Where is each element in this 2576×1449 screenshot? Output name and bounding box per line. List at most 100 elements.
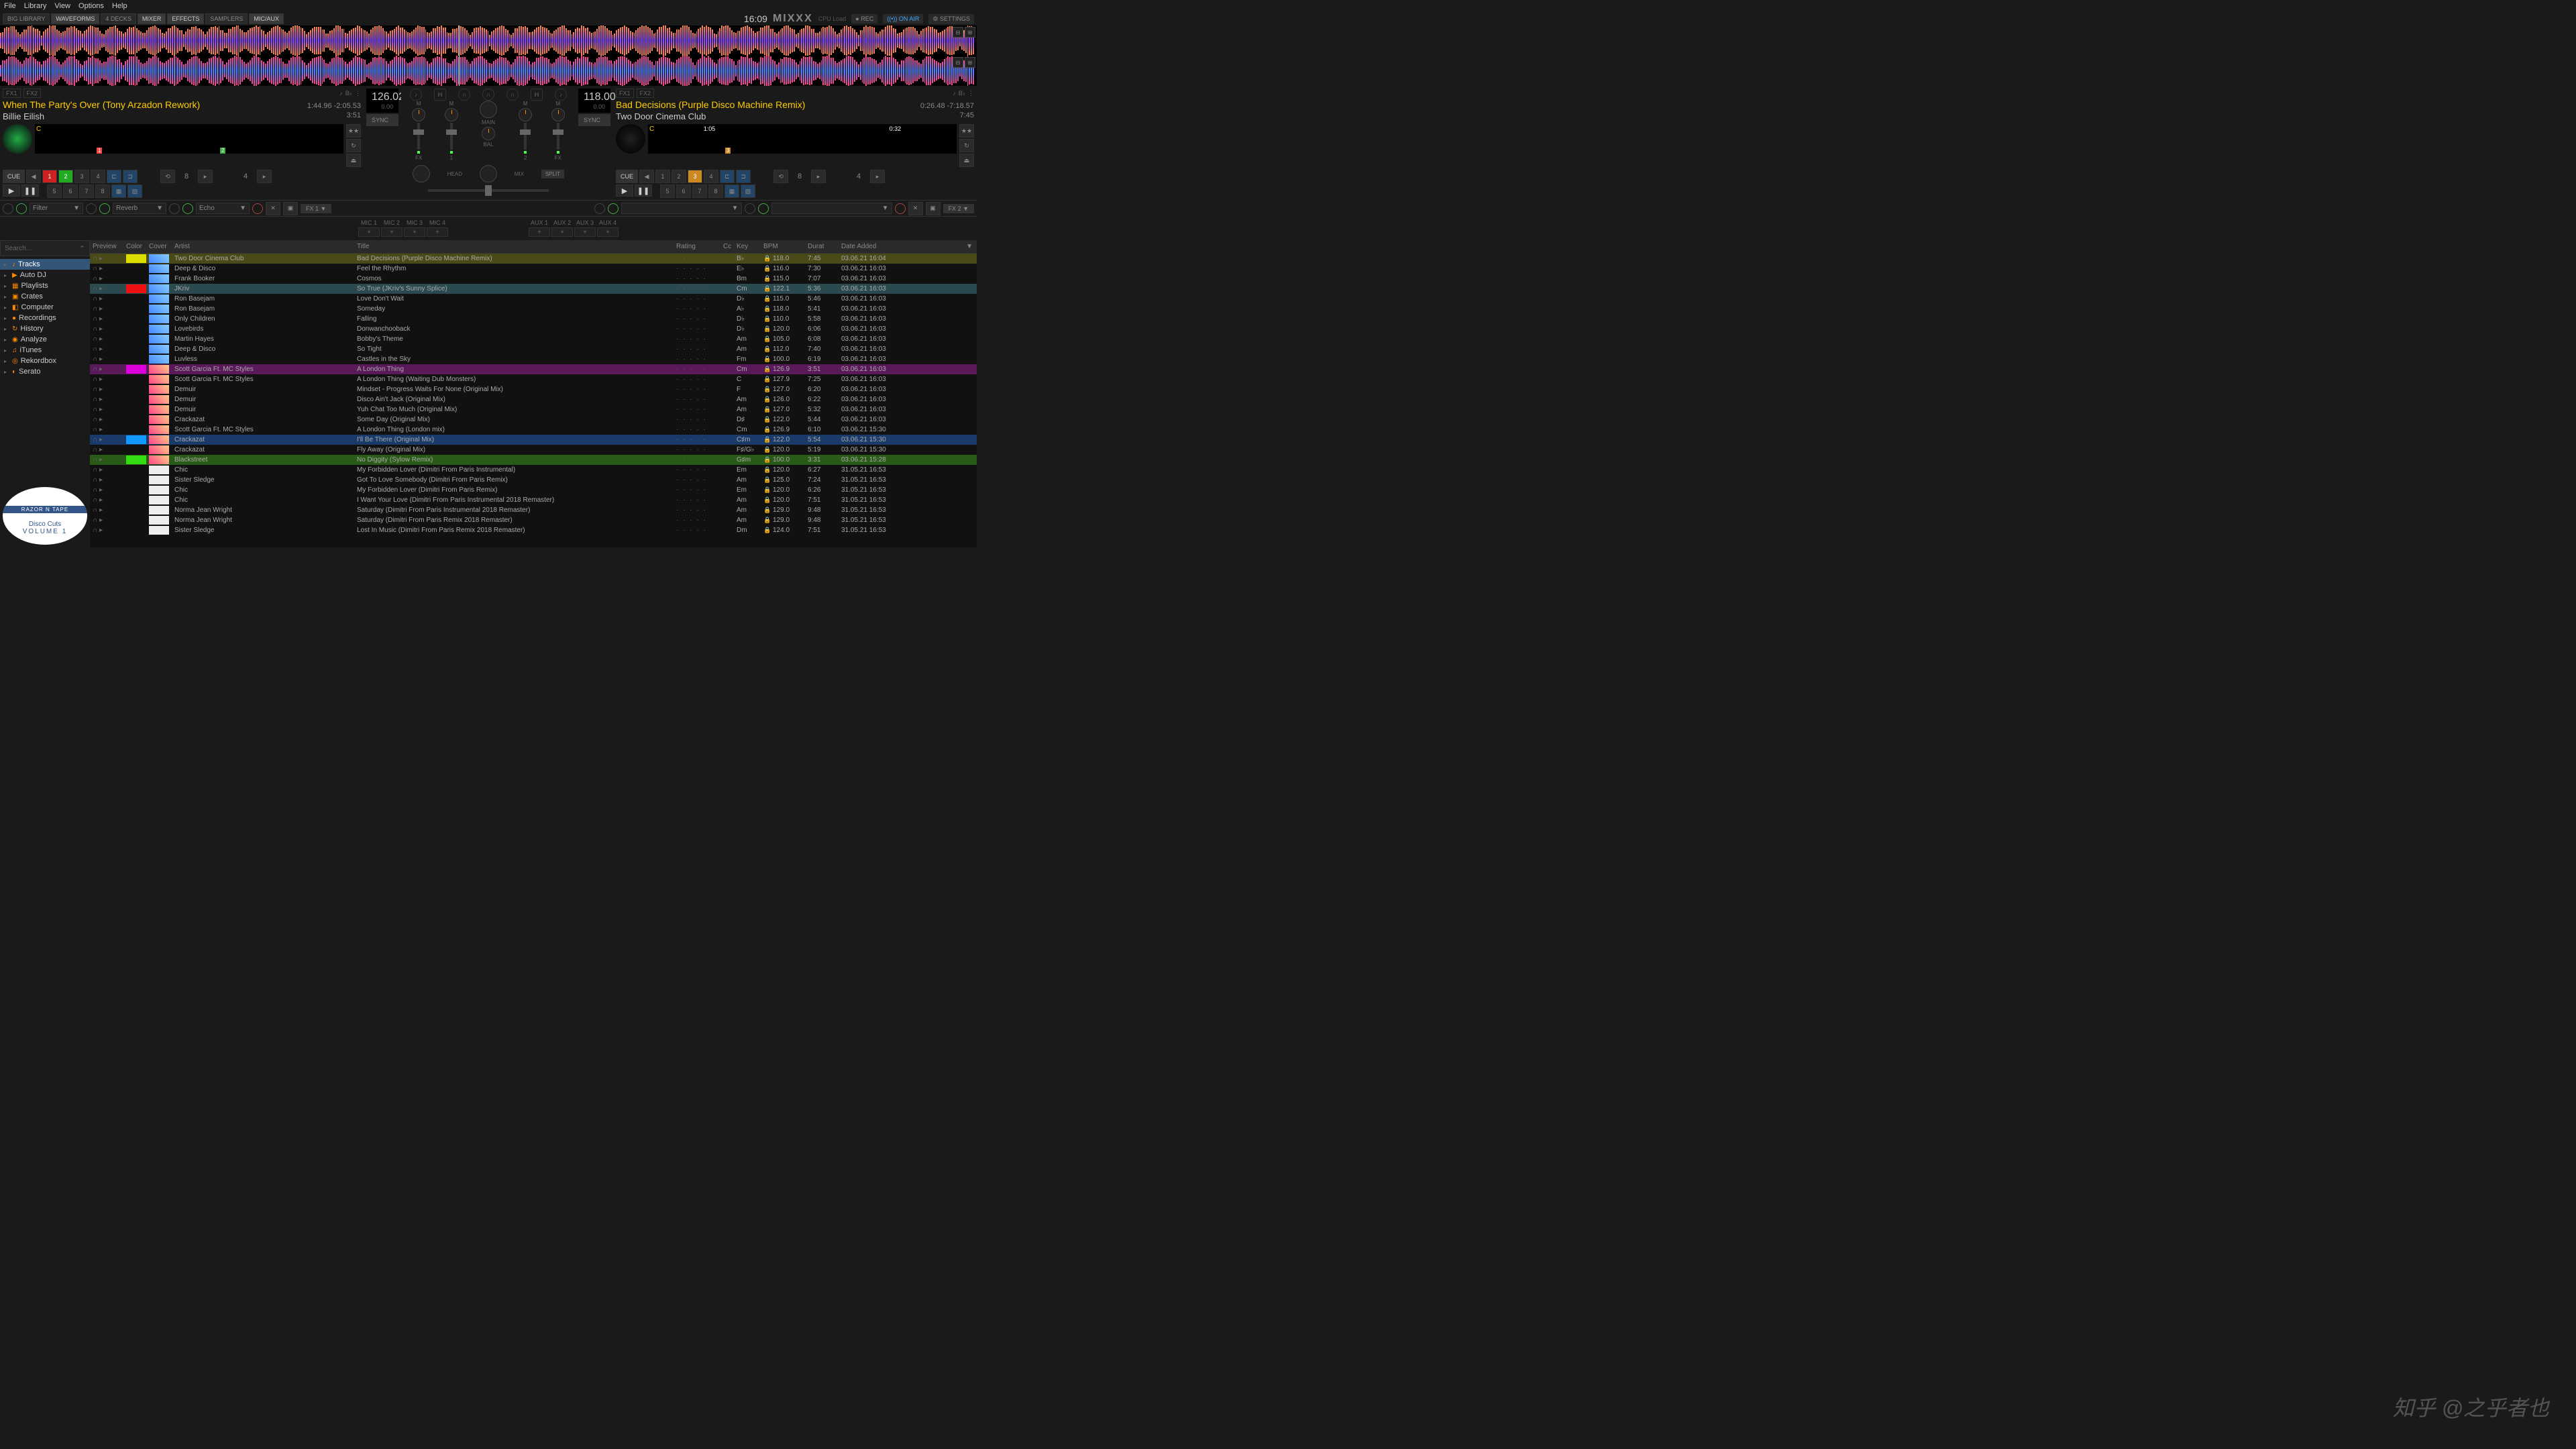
cue-marker-2[interactable]: 2	[220, 148, 225, 154]
overview-wave-deck2[interactable]: ⊟ ⊞	[0, 56, 977, 86]
deck1-play-button[interactable]: ▶	[3, 184, 20, 197]
tree-item-recordings[interactable]: ▸●Recordings	[0, 313, 90, 323]
table-row[interactable]: ∩ ▸ Sister Sledge Got To Love Somebody (…	[90, 475, 977, 485]
mic1-button[interactable]: +	[358, 227, 380, 237]
deck1-cue-prev[interactable]: ◀	[26, 170, 41, 183]
overview-wave-deck1[interactable]: ⊟ ⊞	[0, 25, 977, 56]
table-row[interactable]: ∩ ▸ Scott Garcia Ft. MC Styles A London …	[90, 425, 977, 435]
table-row[interactable]: ∩ ▸ Blackstreet No Diggity (Sylow Remix)…	[90, 455, 977, 465]
mixer-button[interactable]: MIXER	[138, 13, 166, 24]
deck1-bpm-display[interactable]: 126.02 0.00	[366, 89, 398, 113]
tree-item-crates[interactable]: ▸▣Crates	[0, 291, 90, 302]
eject-button[interactable]: ⏏	[959, 154, 974, 167]
table-header[interactable]: Preview Color Cover Artist Title Rating …	[90, 240, 977, 254]
deck1-spinner[interactable]	[3, 124, 32, 154]
gain-knob[interactable]	[551, 108, 565, 121]
head-gain-knob[interactable]	[413, 165, 430, 182]
micaux-button[interactable]: MIC/AUX	[249, 13, 284, 24]
samplers-button[interactable]: SAMPLERS	[205, 13, 248, 24]
aux1-button[interactable]: +	[529, 227, 550, 237]
deck1-hotcue-4[interactable]: 4	[91, 170, 105, 183]
aux4-button[interactable]: +	[597, 227, 619, 237]
head-mix-knob[interactable]	[480, 165, 497, 182]
fx-mix-knob[interactable]	[252, 203, 263, 214]
fx-select-empty[interactable]: ▼	[771, 203, 892, 214]
deck2-loop-set[interactable]: ⟲	[773, 170, 788, 183]
table-row[interactable]: ∩ ▸ Chic I Want Your Love (Dimitri From …	[90, 495, 977, 505]
deck2-hotcue-5[interactable]: 5	[660, 184, 675, 198]
repeat-button[interactable]: ↻	[959, 139, 974, 152]
fx-select-reverb[interactable]: Reverb▼	[113, 203, 166, 214]
key-options-icon[interactable]: ⋮	[355, 90, 361, 97]
fx-knob[interactable]	[3, 203, 13, 214]
fx-expand-button[interactable]: ▣	[926, 202, 941, 215]
star-button[interactable]: ★★	[346, 124, 361, 138]
table-menu-icon[interactable]: ▼	[962, 243, 977, 250]
volume-fader[interactable]	[450, 123, 453, 150]
volume-fader[interactable]	[524, 123, 527, 150]
deck1-fx2[interactable]: FX2	[23, 89, 42, 98]
deck1-hotcue-5[interactable]: 5	[47, 184, 62, 198]
tree-item-tracks[interactable]: ▸♪Tracks	[0, 259, 90, 270]
fx-super-knob[interactable]	[758, 203, 769, 214]
fx1-label[interactable]: FX 1 ▼	[301, 204, 331, 213]
headphone-icon[interactable]: ♪	[555, 89, 567, 101]
cue-marker-1[interactable]: 1	[97, 148, 102, 154]
deck1-loop-set[interactable]: ⟲	[160, 170, 175, 183]
table-row[interactable]: ∩ ▸ Sister Sledge Lost In Music (Dimitri…	[90, 525, 977, 535]
table-row[interactable]: ∩ ▸ Martin Hayes Bobby's Theme · · · · ·…	[90, 334, 977, 344]
headphone-main-icon[interactable]: ∩	[482, 89, 494, 101]
deck1-quantize[interactable]: ▦	[111, 184, 126, 198]
wave-sync-button[interactable]: ⊞	[965, 27, 975, 38]
tree-item-serato[interactable]: ▸◐Serato	[0, 366, 90, 377]
deck2-sync-button[interactable]: SYNC	[578, 114, 610, 126]
repeat-button[interactable]: ↻	[346, 139, 361, 152]
deck1-pause-button[interactable]: ❚❚	[21, 184, 39, 197]
menu-help[interactable]: Help	[112, 2, 127, 10]
menu-file[interactable]: File	[4, 2, 16, 10]
aux2-button[interactable]: +	[551, 227, 573, 237]
wave-zoom-button[interactable]: ⊟	[953, 57, 963, 68]
headphone-icon[interactable]: ∩	[458, 89, 470, 101]
aux3-button[interactable]: +	[574, 227, 596, 237]
table-row[interactable]: ∩ ▸ Scott Garcia Ft. MC Styles A London …	[90, 364, 977, 374]
table-row[interactable]: ∩ ▸ Scott Garcia Ft. MC Styles A London …	[90, 374, 977, 384]
table-row[interactable]: ∩ ▸ Deep & Disco So Tight · · · · · Am 🔒…	[90, 344, 977, 354]
onair-button[interactable]: ((•)) ON AIR	[883, 14, 923, 23]
volume-fader[interactable]	[557, 123, 559, 150]
eject-button[interactable]: ⏏	[346, 154, 361, 167]
menu-options[interactable]: Options	[78, 2, 104, 10]
rec-button[interactable]: ● REC	[851, 14, 877, 23]
deck1-hotcue-7[interactable]: 7	[79, 184, 94, 198]
deck2-hotcue-1[interactable]: 1	[655, 170, 670, 183]
deck1-hotcue-2[interactable]: 2	[58, 170, 73, 183]
deck2-bpm-display[interactable]: 118.00 0.00	[578, 89, 610, 113]
mic2-button[interactable]: +	[381, 227, 402, 237]
deck2-hotcue-2[interactable]: 2	[672, 170, 686, 183]
big-library-button[interactable]: BIG LIBRARY	[3, 13, 50, 24]
mic3-button[interactable]: +	[404, 227, 425, 237]
tree-item-rekordbox[interactable]: ▸◎Rekordbox	[0, 356, 90, 366]
fx-select-empty[interactable]: ▼	[621, 203, 742, 214]
wave-zoom-button[interactable]: ⊟	[953, 27, 963, 38]
tree-item-auto-dj[interactable]: ▸▶Auto DJ	[0, 270, 90, 280]
deck2-hotcue-8[interactable]: 8	[708, 184, 723, 198]
tree-item-computer[interactable]: ▸◧Computer	[0, 302, 90, 313]
mic4-button[interactable]: +	[427, 227, 448, 237]
deck1-hotcue-8[interactable]: 8	[95, 184, 110, 198]
deck1-hotcue-3[interactable]: 3	[74, 170, 89, 183]
table-row[interactable]: ∩ ▸ JKriv So True (JKriv's Sunny Splice)…	[90, 284, 977, 294]
table-row[interactable]: ∩ ▸ Demuir Yuh Chat Too Much (Original M…	[90, 405, 977, 415]
deck1-loop-toggle[interactable]: ▸	[198, 170, 213, 183]
table-row[interactable]: ∩ ▸ Chic My Forbidden Lover (Dimitri Fro…	[90, 485, 977, 495]
balance-knob[interactable]	[482, 127, 495, 140]
headphone-icon[interactable]: ∩	[506, 89, 519, 101]
fx-knob[interactable]	[745, 203, 755, 214]
fx-knob[interactable]	[594, 203, 605, 214]
search-input[interactable]: Search... ⌃	[0, 240, 90, 256]
effects-button[interactable]: EFFECTS	[167, 13, 204, 24]
tree-item-history[interactable]: ▸↻History	[0, 323, 90, 334]
headphone-icon[interactable]: ♪	[410, 89, 422, 101]
menu-library[interactable]: Library	[24, 2, 47, 10]
table-row[interactable]: ∩ ▸ Frank Booker Cosmos · · · · · Bm 🔒 1…	[90, 274, 977, 284]
